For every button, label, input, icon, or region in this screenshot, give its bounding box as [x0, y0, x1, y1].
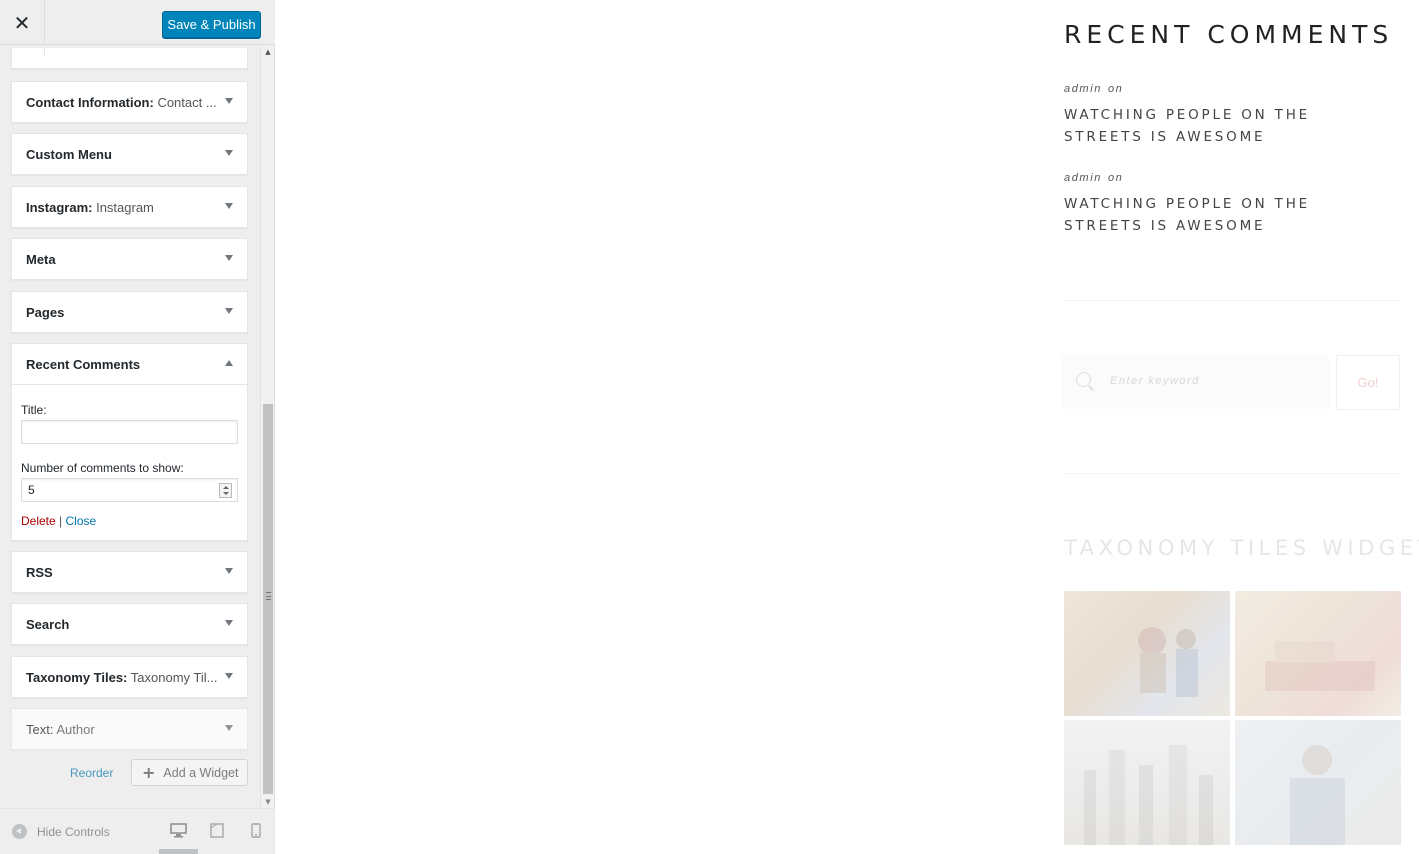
widget-header[interactable]: Meta: [12, 239, 247, 279]
search-icon: [1076, 372, 1091, 387]
expand-arrow-icon[interactable]: [225, 255, 233, 261]
widget-actions: Delete | Close: [21, 514, 238, 528]
widget-header[interactable]: Search: [12, 604, 247, 644]
widget-partial-top: [11, 48, 248, 69]
customizer-footer: Hide Controls: [0, 808, 275, 854]
widget-title: Contact Information:: [26, 94, 154, 110]
widget-text-author[interactable]: Text: Author: [11, 708, 248, 750]
expand-arrow-icon[interactable]: [225, 673, 233, 679]
widget-contact-information[interactable]: Contact Information: Contact ...: [11, 81, 248, 123]
taxonomy-tile-image[interactable]: [1235, 591, 1401, 716]
hide-controls-icon[interactable]: [12, 824, 27, 839]
active-device-indicator: [159, 849, 198, 854]
taxonomy-tile-image[interactable]: [1064, 591, 1230, 716]
hide-controls-label[interactable]: Hide Controls: [37, 825, 110, 839]
expand-arrow-icon[interactable]: [225, 308, 233, 314]
comment-post-link[interactable]: WATCHING PEOPLE ON THE STREETS IS AWESOM…: [1064, 104, 1384, 148]
comment-author[interactable]: admin: [1064, 172, 1102, 184]
expand-arrow-icon[interactable]: [225, 150, 233, 156]
widget-header[interactable]: Recent Comments: [12, 344, 247, 384]
title-label: Title:: [21, 403, 47, 417]
comment-item: admin on WATCHING PEOPLE ON THE STREETS I…: [1064, 83, 1384, 148]
count-label: Number of comments to show:: [21, 461, 184, 475]
widget-header[interactable]: Contact Information: Contact ...: [12, 82, 247, 122]
desktop-preview-icon[interactable]: [170, 823, 187, 838]
widget-header[interactable]: RSS: [12, 552, 247, 592]
expand-arrow-icon[interactable]: [225, 568, 233, 574]
widget-subtitle: Author: [53, 721, 95, 737]
widget-taxonomy-tiles[interactable]: Taxonomy Tiles: Taxonomy Til...: [11, 656, 248, 698]
scrollbar-thumb[interactable]: [263, 404, 273, 794]
comment-author[interactable]: admin: [1064, 83, 1102, 95]
search-go-button[interactable]: Go!: [1336, 355, 1400, 410]
taxonomy-tiles-heading: TAXONOMY TILES WIDGET: [1064, 536, 1419, 560]
widget-title: Meta: [26, 251, 56, 267]
delete-link[interactable]: Delete: [21, 514, 56, 528]
expand-arrow-icon[interactable]: [225, 725, 233, 731]
recent-comments-heading: RECENT COMMENTS: [1064, 20, 1394, 49]
add-widget-button[interactable]: + Add a Widget: [131, 759, 248, 786]
close-link[interactable]: Close: [66, 514, 97, 528]
comment-meta: admin on: [1064, 172, 1384, 184]
widget-form: Title: Number of comments to show: 5 Del…: [12, 384, 247, 540]
plus-icon: +: [142, 763, 156, 782]
comment-item: admin on WATCHING PEOPLE ON THE STREETS I…: [1064, 172, 1384, 237]
scroll-down-arrow-icon[interactable]: ▼: [261, 796, 275, 808]
close-icon: ✕: [13, 10, 31, 35]
widget-custom-menu[interactable]: Custom Menu: [11, 133, 248, 175]
widget-subtitle: Contact ...: [153, 94, 217, 110]
comment-meta: admin on: [1064, 83, 1384, 95]
widget-title: Instagram:: [26, 199, 93, 215]
widget-meta[interactable]: Meta: [11, 238, 248, 280]
preview-search-input[interactable]: Enter keyword: [1062, 355, 1329, 409]
sidebar-scrollbar[interactable]: ▲ ▼: [260, 46, 274, 808]
collapse-arrow-icon[interactable]: [225, 360, 233, 366]
comment-on: on: [1107, 172, 1124, 184]
expand-arrow-icon[interactable]: [225, 203, 233, 209]
number-spinner[interactable]: [219, 483, 232, 498]
widget-title: Text:: [26, 721, 54, 737]
title-input[interactable]: [21, 420, 238, 444]
action-separator: |: [59, 514, 63, 528]
count-input[interactable]: 5: [21, 478, 238, 502]
widget-title: Custom Menu: [26, 146, 112, 162]
count-value: 5: [28, 483, 35, 497]
widget-title: RSS: [26, 564, 53, 580]
expand-arrow-icon[interactable]: [225, 98, 233, 104]
add-widget-label: Add a Widget: [163, 765, 239, 780]
expand-arrow-icon[interactable]: [225, 620, 233, 626]
widget-header[interactable]: Taxonomy Tiles: Taxonomy Til...: [12, 657, 247, 697]
widget-header[interactable]: Pages: [12, 292, 247, 332]
customizer-header: ✕ Save & Publish: [0, 0, 275, 45]
widget-header[interactable]: Instagram: Instagram: [12, 187, 247, 227]
search-placeholder: Enter keyword: [1110, 375, 1200, 387]
widget-rss[interactable]: RSS: [11, 551, 248, 593]
widget-pages[interactable]: Pages: [11, 291, 248, 333]
comment-post-link[interactable]: WATCHING PEOPLE ON THE STREETS IS AWESOM…: [1064, 193, 1384, 237]
taxonomy-tile-image[interactable]: [1235, 720, 1401, 845]
save-publish-button[interactable]: Save & Publish: [162, 11, 261, 38]
customizer-sidebar: ✕ Save & Publish Contact Information: Co…: [0, 0, 275, 854]
mobile-preview-icon[interactable]: [251, 823, 261, 838]
reorder-link[interactable]: Reorder: [70, 766, 113, 780]
widget-title: Pages: [26, 304, 65, 320]
widget-subtitle: Instagram: [92, 199, 154, 215]
tablet-preview-icon[interactable]: [210, 823, 224, 838]
widget-header[interactable]: Custom Menu: [12, 134, 247, 174]
widget-title: Recent Comments: [26, 356, 141, 372]
widget-title: Taxonomy Tiles:: [26, 669, 128, 685]
widget-instagram[interactable]: Instagram: Instagram: [11, 186, 248, 228]
taxonomy-tile-image[interactable]: [1064, 720, 1230, 845]
widget-recent-comments[interactable]: Recent Comments Title: Number of comment…: [11, 343, 248, 541]
scroll-up-arrow-icon[interactable]: ▲: [261, 46, 275, 58]
section-divider: [1064, 473, 1400, 474]
widget-header[interactable]: Text: Author: [12, 709, 247, 749]
site-preview: RECENT COMMENTS admin on WATCHING PEOPLE …: [276, 0, 1419, 854]
close-customizer-button[interactable]: ✕: [0, 0, 45, 45]
comment-on: on: [1107, 83, 1124, 95]
widget-subtitle: Taxonomy Til...: [127, 669, 218, 685]
section-divider: [1064, 300, 1400, 301]
widget-title: Search: [26, 616, 70, 632]
widget-search[interactable]: Search: [11, 603, 248, 645]
